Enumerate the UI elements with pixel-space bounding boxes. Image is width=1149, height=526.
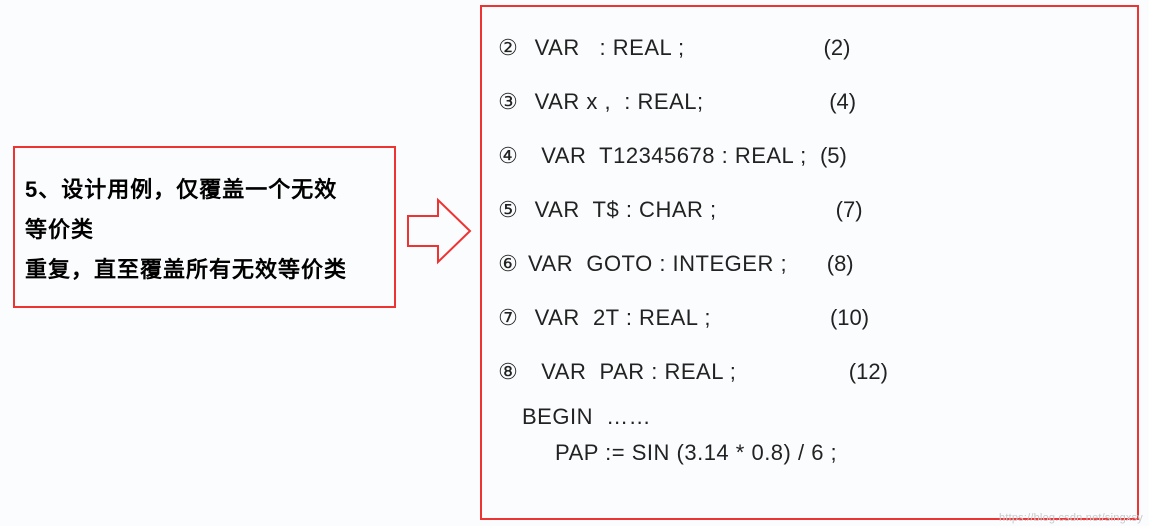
row-code: VAR T$ : CHAR ; (528, 197, 717, 223)
row-code: VAR 2T : REAL ; (528, 305, 711, 331)
right-box: ② VAR : REAL ; (2) ③ VAR x , : REAL; (4)… (480, 5, 1139, 520)
code-row: ⑥ VAR GOTO : INTEGER ; (8) (496, 237, 1133, 291)
row-num: (8) (827, 251, 854, 277)
extra-line-2: PAP := SIN (3.14 * 0.8) / 6 ; (496, 435, 1133, 471)
row-pad (736, 359, 848, 385)
row-code: VAR PAR : REAL ; (528, 359, 736, 385)
row-num: (4) (829, 89, 856, 115)
row-pad (711, 305, 830, 331)
row-code: VAR : REAL ; (528, 35, 685, 61)
row-num: (7) (836, 197, 863, 223)
row-marker: ⑦ (496, 305, 520, 331)
code-row: ④ VAR T12345678 : REAL ; (5) (496, 129, 1133, 183)
row-num: (12) (849, 359, 888, 385)
row-marker: ④ (496, 143, 520, 169)
left-line-3: 重复，直至覆盖所有无效等价类 (25, 250, 386, 290)
row-marker: ⑥ (496, 251, 520, 277)
code-row: ⑧ VAR PAR : REAL ; (12) (496, 345, 1133, 399)
row-num: (5) (820, 143, 847, 169)
extra-line-1: BEGIN …… (496, 399, 1133, 435)
row-pad (807, 143, 820, 169)
row-pad (685, 35, 824, 61)
row-pad (704, 89, 830, 115)
row-code: VAR x , : REAL; (528, 89, 704, 115)
row-code: VAR T12345678 : REAL ; (528, 143, 807, 169)
row-code: VAR GOTO : INTEGER ; (528, 251, 787, 277)
row-pad (717, 197, 836, 223)
row-pad (787, 251, 827, 277)
left-line-1: 5、设计用例，仅覆盖一个无效 (25, 170, 386, 210)
row-marker: ③ (496, 89, 520, 115)
code-row: ⑦ VAR 2T : REAL ; (10) (496, 291, 1133, 345)
row-num: (10) (830, 305, 869, 331)
row-marker: ② (496, 35, 520, 61)
code-row: ⑤ VAR T$ : CHAR ; (7) (496, 183, 1133, 237)
code-row: ② VAR : REAL ; (2) (496, 21, 1133, 75)
row-num: (2) (824, 35, 851, 61)
arrow-icon (404, 196, 474, 266)
code-row: ③ VAR x , : REAL; (4) (496, 75, 1133, 129)
row-marker: ⑤ (496, 197, 520, 223)
left-box: 5、设计用例，仅覆盖一个无效 等价类 重复，直至覆盖所有无效等价类 (13, 146, 396, 308)
watermark: https://blog.csdn.net/singxsy (999, 512, 1143, 524)
row-marker: ⑧ (496, 359, 520, 385)
left-line-2: 等价类 (25, 210, 386, 250)
